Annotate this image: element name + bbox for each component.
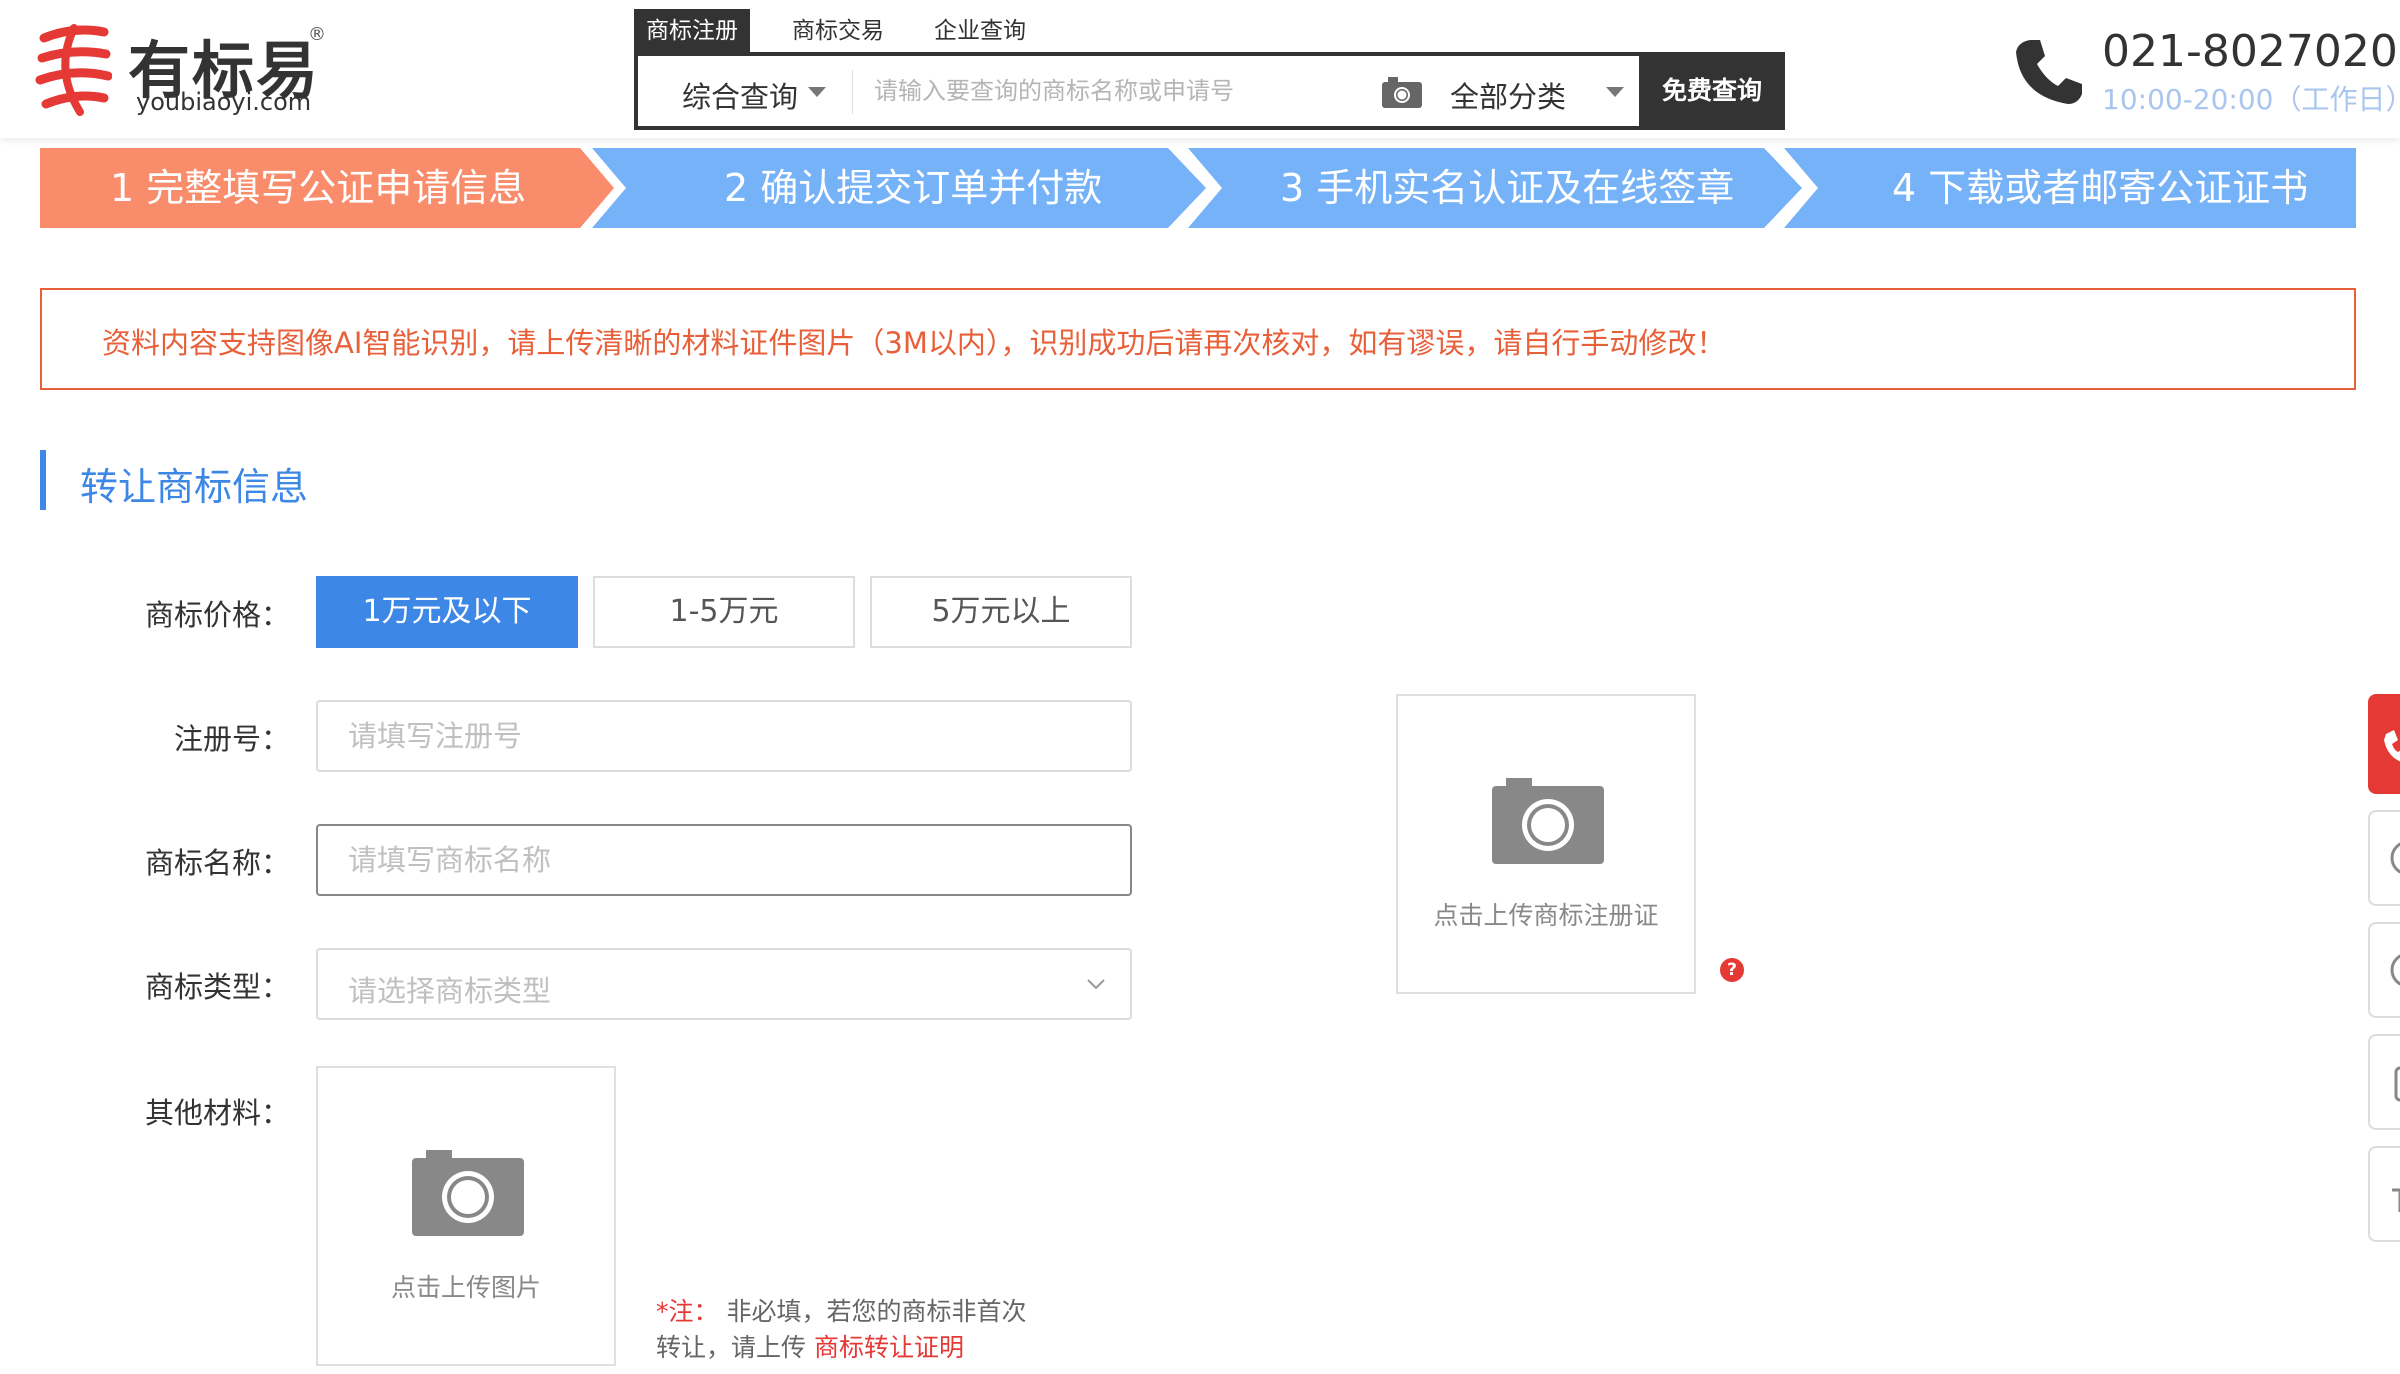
side-float-top[interactable] [2368, 1146, 2400, 1242]
step-2-label: 2 确认提交订单并付款 [724, 166, 1103, 210]
camera-icon [412, 1150, 524, 1236]
phone-number: 021-80270207 [2102, 26, 2400, 77]
price-option-10k-50k[interactable]: 1-5万元 [593, 576, 855, 648]
side-float-chat[interactable] [2368, 810, 2400, 906]
site-logo[interactable]: 有标易 ® youbiaoyi.com [34, 20, 334, 120]
transfer-note: *注： 非必填，若您的商标非首次 转让，请上传 商标转让证明 [656, 1294, 1056, 1366]
help-icon[interactable]: ? [1720, 958, 1744, 982]
search-divider [852, 70, 853, 114]
transfer-certificate-link[interactable]: 商标转让证明 [814, 1333, 964, 1362]
note-line-2: 转让，请上传 商标转让证明 [656, 1330, 1056, 1366]
trademark-type-label: 商标类型： [144, 970, 290, 1004]
step-4-label: 4 下载或者邮寄公证证书 [1892, 166, 2309, 210]
logo-mark-icon [35, 24, 112, 116]
free-search-button[interactable]: 免费查询 [1639, 56, 1785, 126]
logo-registered-mark: ® [308, 24, 326, 45]
search-type-dropdown[interactable]: 综合查询 [638, 56, 848, 126]
search-category-dropdown[interactable]: 全部分类 [1438, 56, 1638, 126]
message-icon [2390, 954, 2400, 986]
step-1-label: 1 完整填写公证申请信息 [110, 166, 527, 210]
phone-icon [2384, 730, 2400, 762]
hotline: 021-80270207 10:00-20:00（工作日） [2012, 26, 2400, 116]
registration-number-label: 注册号： [173, 722, 290, 756]
upload-trademark-certificate[interactable]: 点击上传商标注册证 [1396, 694, 1696, 994]
section-accent-bar [40, 450, 46, 510]
step-3-label: 3 手机实名认证及在线签章 [1280, 166, 1735, 210]
upload-other-text: 点击上传图片 [390, 1273, 541, 1302]
price-label: 商标价格： [144, 598, 290, 632]
trademark-name-label: 商标名称： [144, 846, 290, 880]
chevron-down-icon [1087, 979, 1105, 990]
step-1: 1 完整填写公证申请信息 [40, 148, 640, 228]
note-prefix: *注： [656, 1297, 719, 1326]
mobile-icon [2394, 1066, 2400, 1102]
caret-down-icon [808, 87, 826, 97]
note-line-1-text: 非必填，若您的商标非首次 [726, 1297, 1027, 1326]
note-line-1: *注： 非必填，若您的商标非首次 [656, 1294, 1056, 1330]
caret-down-icon [1606, 87, 1624, 97]
price-option-under-10k[interactable]: 1万元及以下 [316, 576, 578, 648]
step-3: 3 手机实名认证及在线签章 [1188, 148, 1818, 228]
other-materials-label: 其他材料： [144, 1096, 290, 1130]
section-title: 转让商标信息 [80, 465, 309, 509]
ai-recognition-notice: 资料内容支持图像AI智能识别，请上传清晰的材料证件图片（3M以内），识别成功后请… [40, 288, 2356, 390]
site-header: 有标易 ® youbiaoyi.com 商标注册 商标交易 企业查询 综合查询 … [0, 0, 2400, 138]
progress-steps: 1 完整填写公证申请信息 2 确认提交订单并付款 3 手机实名认证及在线签章 4… [40, 148, 2356, 228]
search-type-label: 综合查询 [682, 80, 799, 114]
side-float-mobile[interactable] [2368, 1034, 2400, 1130]
notice-text: 资料内容支持图像AI智能识别，请上传清晰的材料证件图片（3M以内），识别成功后请… [102, 326, 1726, 360]
registration-number-input[interactable] [316, 700, 1132, 772]
upload-certificate-text: 点击上传商标注册证 [1433, 901, 1659, 930]
search-tab-trademark-trading[interactable]: 商标交易 [792, 9, 884, 53]
side-float-phone[interactable] [2368, 694, 2400, 794]
price-option-over-50k[interactable]: 5万元以上 [870, 576, 1132, 648]
side-float-message[interactable] [2368, 922, 2400, 1018]
chat-icon [2390, 842, 2400, 874]
camera-icon [1492, 778, 1604, 864]
note-line-2-text: 转让，请上传 [656, 1333, 807, 1362]
step-2: 2 确认提交订单并付款 [592, 148, 1222, 228]
trademark-type-select[interactable]: 请选择商标类型 [316, 948, 1132, 1020]
camera-icon[interactable] [1380, 74, 1424, 110]
trademark-name-input[interactable] [316, 824, 1132, 896]
search-input[interactable] [874, 56, 1454, 126]
back-to-top-icon [2392, 1188, 2400, 1212]
search-tab-company-search[interactable]: 企业查询 [934, 9, 1026, 53]
phone-icon [2016, 40, 2082, 104]
search-category-label: 全部分类 [1450, 80, 1567, 114]
upload-other-materials[interactable]: 点击上传图片 [316, 1066, 616, 1366]
search-tab-trademark-registration[interactable]: 商标注册 [634, 9, 750, 53]
phone-hours: 10:00-20:00（工作日） [2102, 83, 2400, 116]
search-bar: 综合查询 全部分类 免费查询 [634, 52, 1785, 130]
logo-domain: youbiaoyi.com [136, 88, 312, 116]
step-4: 4 下载或者邮寄公证证书 [1784, 148, 2356, 228]
trademark-type-placeholder: 请选择商标类型 [348, 974, 552, 1008]
